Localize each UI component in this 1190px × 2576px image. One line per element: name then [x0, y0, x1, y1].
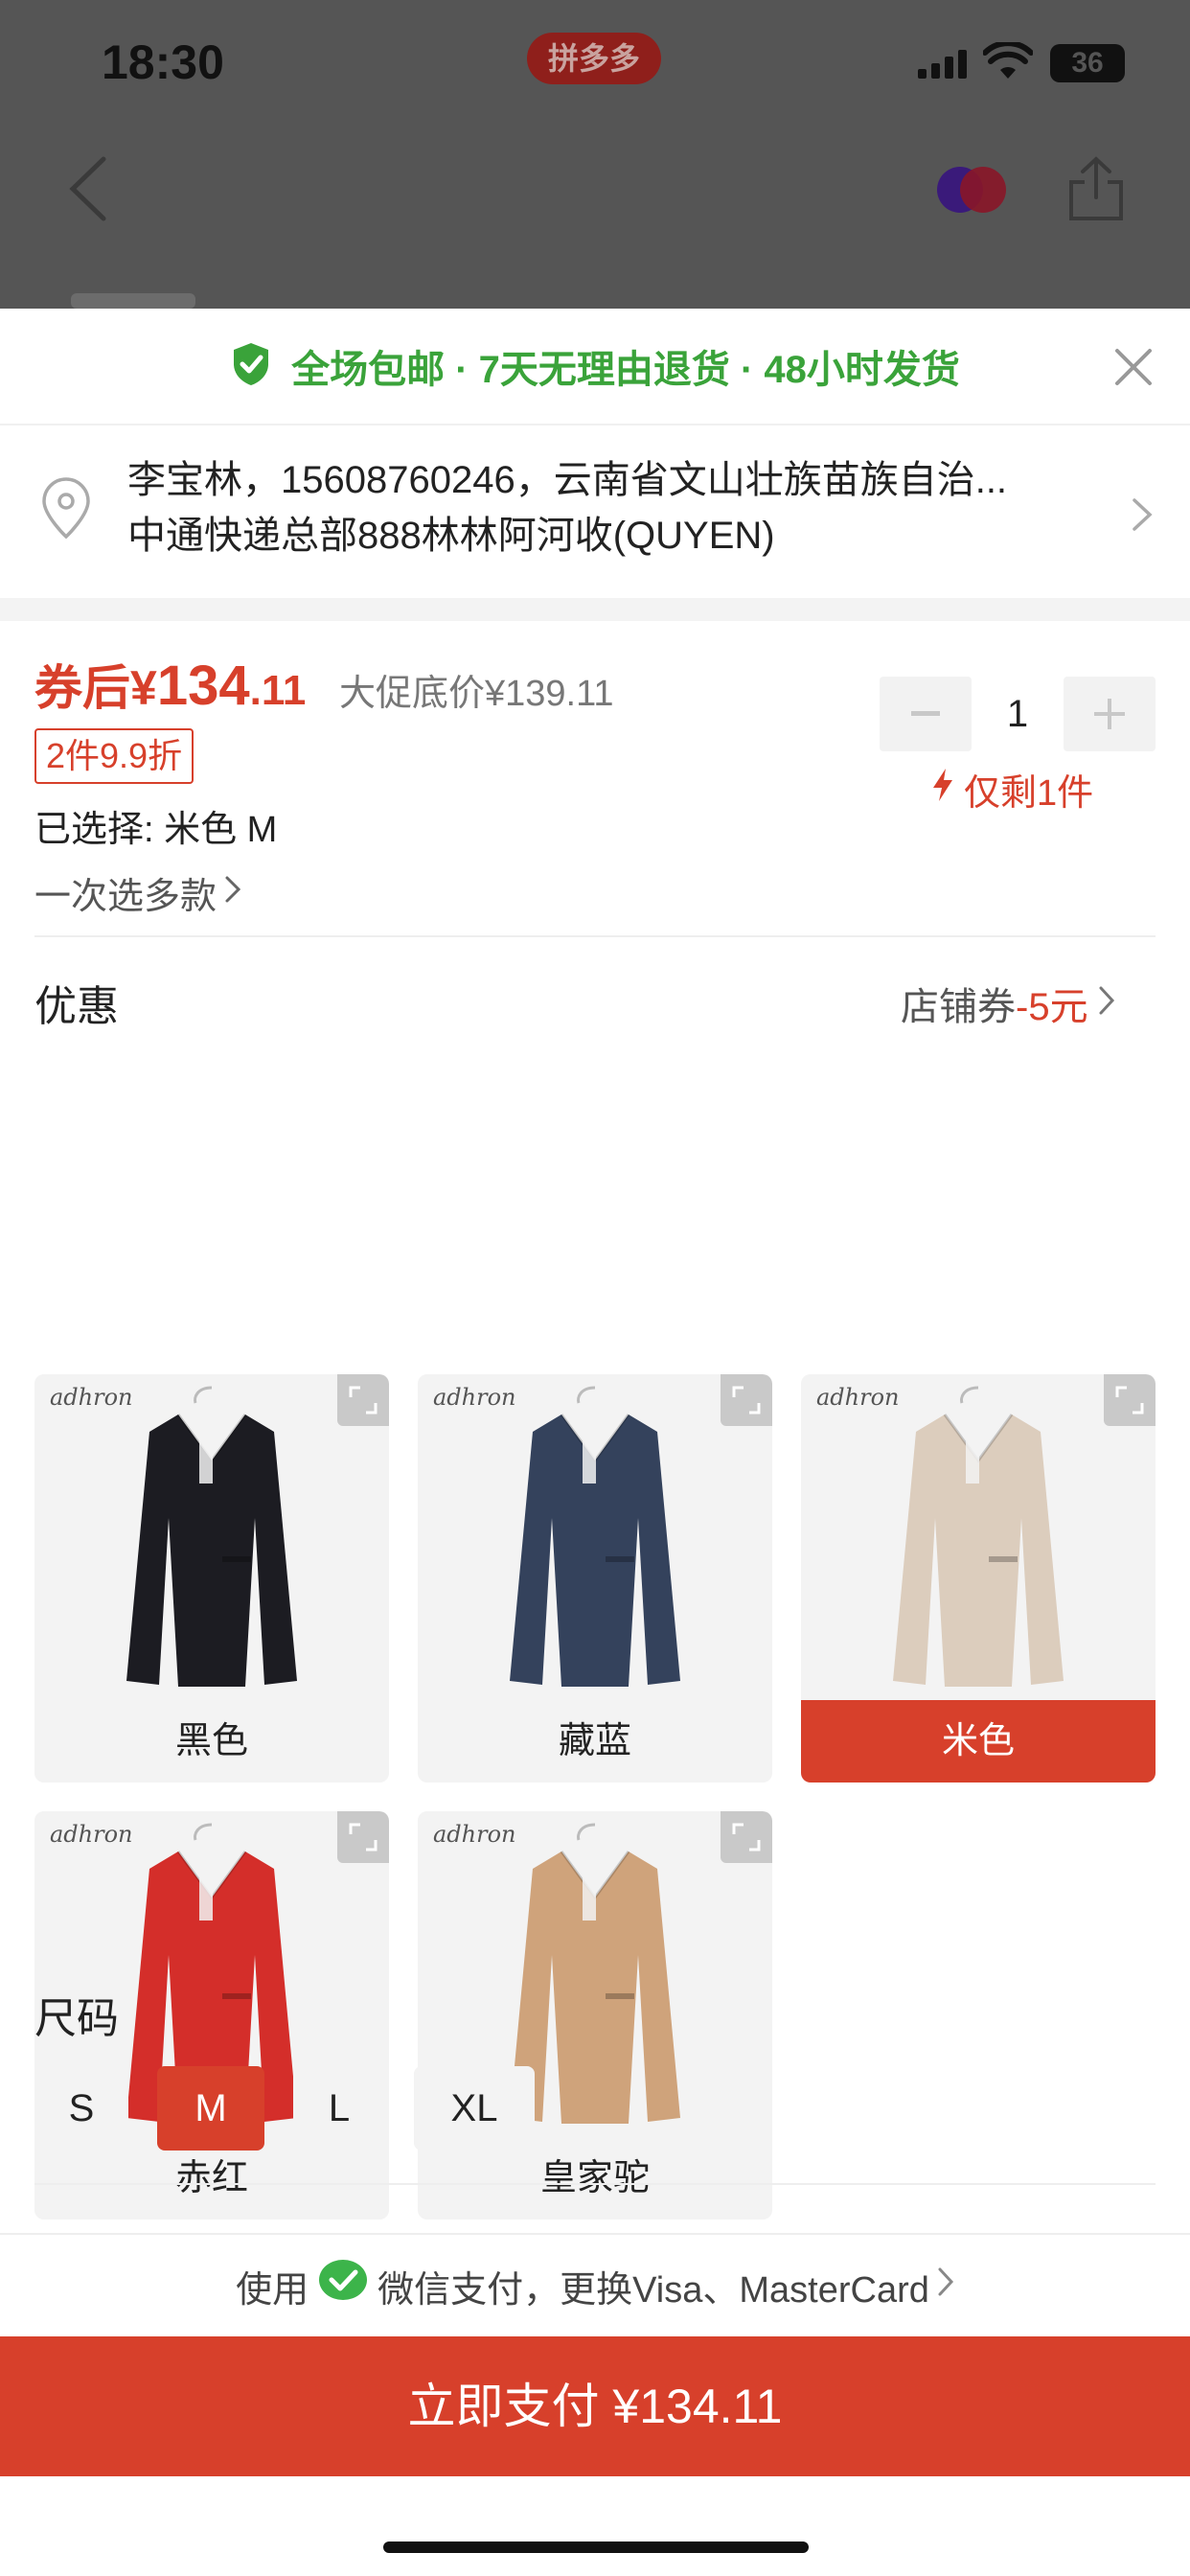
- size-option-m[interactable]: M: [157, 2066, 264, 2150]
- status-time: 18:30: [102, 35, 224, 89]
- color-option[interactable]: adhron 藏蓝: [418, 1374, 772, 1782]
- back-arrow-icon[interactable]: [67, 155, 109, 227]
- location-pin-icon: [38, 477, 94, 545]
- address-detail: 中通快递总部888林林阿河收(QUYEN): [127, 515, 775, 557]
- color-option-label: 黑色: [34, 1700, 389, 1782]
- close-icon[interactable]: [1111, 345, 1156, 394]
- expand-icon[interactable]: [721, 1374, 772, 1426]
- color-option-label: 藏蓝: [418, 1700, 772, 1782]
- dimmed-background[interactable]: 18:30 拼多多 36: [0, 0, 1190, 309]
- underlying-content-peek: [71, 293, 195, 309]
- size-option-s[interactable]: S: [34, 2066, 128, 2150]
- wifi-icon: [982, 40, 1034, 85]
- divider: [34, 935, 1156, 937]
- color-option-label: 米色: [801, 1700, 1156, 1782]
- battery-icon: 36: [1050, 44, 1125, 82]
- chevron-right-icon: [937, 2266, 954, 2307]
- avatar-icon[interactable]: [935, 165, 1008, 215]
- multi-select-link[interactable]: 一次选多款: [34, 866, 241, 919]
- pay-now-button[interactable]: 立即支付 ¥134.11: [0, 2336, 1190, 2476]
- product-image: [418, 1374, 772, 1700]
- quantity-value[interactable]: 1: [972, 677, 1064, 751]
- divider: [34, 2183, 1156, 2185]
- multi-select-label: 一次选多款: [34, 877, 217, 917]
- expand-icon[interactable]: [721, 1811, 772, 1863]
- quantity-increase-button[interactable]: [1064, 677, 1156, 751]
- price-section: 券后¥134.11 大促底价¥139.11 2件9.9折 已选择: 米色 M 一…: [0, 621, 1190, 937]
- chevron-right-icon: [1131, 496, 1154, 538]
- expand-icon[interactable]: [1104, 1374, 1156, 1426]
- stock-remaining: 仅剩1件: [931, 763, 1093, 816]
- brand-logo: adhron: [50, 1384, 133, 1411]
- expand-icon[interactable]: [337, 1374, 389, 1426]
- expand-icon[interactable]: [337, 1811, 389, 1863]
- product-image: [34, 1374, 389, 1700]
- selected-variant-text: 已选择: 米色 M: [34, 810, 278, 850]
- section-divider: [0, 598, 1190, 621]
- status-bar: 18:30 拼多多 36: [0, 0, 1190, 125]
- payment-method-row[interactable]: 使用 微信支付，更换Visa、MasterCard: [0, 2235, 1190, 2336]
- color-option[interactable]: adhron 黑色: [34, 1374, 389, 1782]
- app-badge: 拼多多: [527, 33, 661, 84]
- brand-logo: adhron: [50, 1821, 133, 1848]
- discount-tag: 2件9.9折: [34, 728, 195, 784]
- coupon-price: 券后¥134.11: [34, 655, 307, 717]
- promo-floor-price: 大促底价¥139.11: [339, 674, 614, 714]
- wechat-pay-icon: [318, 2259, 368, 2312]
- address-recipient: 李宝林，15608760246，云南省文山壮族苗族自治...: [127, 459, 1008, 501]
- chevron-right-icon: [224, 872, 241, 913]
- sku-selection-sheet: 全场包邮 · 7天无理由退货 · 48小时发货 李宝林，15608760246，…: [0, 309, 1190, 2576]
- stock-remaining-text: 仅剩1件: [964, 773, 1094, 814]
- payment-method-text: 微信支付，更换Visa、MasterCard: [378, 2269, 929, 2311]
- promo-text: 全场包邮 · 7天无理由退货 · 48小时发货: [291, 349, 960, 391]
- promo-banner: 全场包邮 · 7天无理由退货 · 48小时发货: [0, 309, 1190, 426]
- brand-logo: adhron: [433, 1821, 516, 1848]
- minus-icon: [911, 711, 940, 716]
- store-coupon-label: 店铺券: [901, 986, 1016, 1028]
- color-option[interactable]: adhron 皇家驼: [418, 1811, 772, 2220]
- shield-check-icon: [230, 341, 272, 392]
- plus-icon: [1094, 699, 1125, 729]
- coupon-section-title: 优惠: [34, 983, 119, 1030]
- lightning-icon: [931, 767, 954, 813]
- cellular-signal-icon: [918, 50, 968, 83]
- product-image: [801, 1374, 1156, 1700]
- store-coupon-amount: -5元: [1016, 986, 1088, 1028]
- brand-logo: adhron: [433, 1384, 516, 1411]
- size-option-l[interactable]: L: [293, 2066, 385, 2150]
- brand-logo: adhron: [816, 1384, 900, 1411]
- store-coupon-link[interactable]: 店铺券-5元: [901, 976, 1115, 1031]
- chevron-right-icon: [1098, 982, 1115, 1025]
- size-option-xl[interactable]: XL: [414, 2066, 535, 2150]
- color-option[interactable]: adhron 米色: [801, 1374, 1156, 1782]
- quantity-decrease-button[interactable]: [880, 677, 972, 751]
- size-section-title: 尺码: [34, 1995, 119, 2042]
- share-icon[interactable]: [1067, 155, 1125, 227]
- shipping-address[interactable]: 李宝林，15608760246，云南省文山壮族苗族自治... 中通快递总部888…: [0, 427, 1190, 598]
- payment-prefix: 使用: [236, 2269, 309, 2311]
- home-indicator[interactable]: [383, 2542, 809, 2553]
